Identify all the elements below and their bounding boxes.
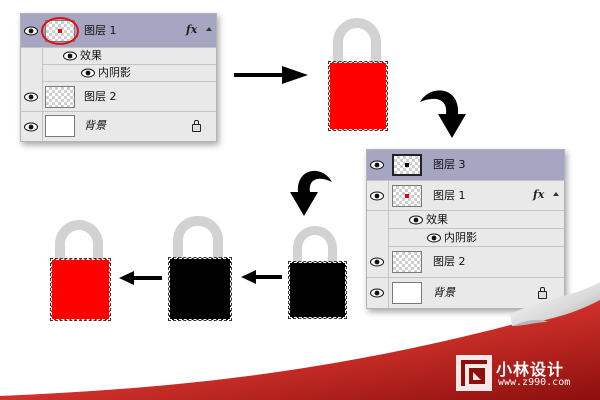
brand-logo-icon (456, 355, 492, 391)
watermark-url: www.z990.com (498, 377, 571, 388)
page-curl-decoration (0, 282, 600, 400)
